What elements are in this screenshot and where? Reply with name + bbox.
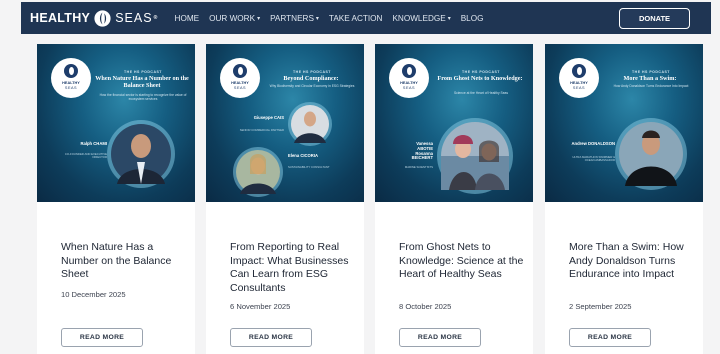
cover-subtitle: How Andy Donaldson Turns Endurance Into … xyxy=(613,84,689,88)
chevron-down-icon: ▾ xyxy=(315,15,319,22)
logo-mark-icon xyxy=(94,9,111,27)
blog-card[interactable]: HEALTHY SEAS THE HS PODCAST When Nature H… xyxy=(37,44,195,354)
podcast-label: THE HS PODCAST xyxy=(632,70,670,74)
blog-card[interactable]: HEALTHY SEAS THE HS PODCAST From Ghost Ne… xyxy=(375,44,533,354)
podcast-cover-image[interactable]: HEALTHY SEAS THE HS PODCAST From Ghost Ne… xyxy=(375,44,533,202)
read-more-button[interactable]: READ MORE xyxy=(61,328,143,347)
guest-name: Vanessa ABOTIE Rosanna BEICHERT xyxy=(411,141,433,161)
chevron-down-icon: ▾ xyxy=(447,15,451,22)
guest-role: ULTRA MARATHON SWIMMER & OCEAN AMBASSADO… xyxy=(572,155,615,163)
cover-subtitle: How the financial sector is starting to … xyxy=(99,93,187,101)
cover-title: From Ghost Nets to Knowledge: xyxy=(437,75,523,82)
read-more-button[interactable]: READ MORE xyxy=(230,328,312,347)
guest-role: SENIOR COMMERCIAL PARTNER xyxy=(239,128,284,132)
guest-role: MARINE SCIENTISTS xyxy=(404,165,433,169)
nav-home[interactable]: HOME xyxy=(175,14,200,23)
card-title[interactable]: When Nature Has a Number on the Balance … xyxy=(61,241,191,282)
nav-home-label: HOME xyxy=(174,13,200,23)
card-title[interactable]: From Ghost Nets to Knowledge: Science at… xyxy=(399,241,529,282)
card-date: 2 September 2025 xyxy=(569,302,632,311)
logo-text-healthy: HEALTHY xyxy=(30,11,91,25)
cover-subtitle: Science at the Heart of Healthy Seas xyxy=(453,91,509,95)
healthy-seas-badge: HEALTHY SEAS xyxy=(389,58,429,98)
card-date: 6 November 2025 xyxy=(230,302,291,311)
guest-name: Giuseppe CAIS xyxy=(253,115,284,120)
nav-blog[interactable]: BLOG xyxy=(461,14,484,23)
logo-registered-mark: ® xyxy=(153,15,158,21)
nav-knowledge-label: KNOWLEDGE xyxy=(392,13,446,23)
card-title[interactable]: From Reporting to Real Impact: What Busi… xyxy=(230,241,360,296)
healthy-seas-logo[interactable]: HEALTHY SEAS ® xyxy=(30,9,158,27)
nav-partners-label: PARTNERS xyxy=(270,13,314,23)
card-date: 8 October 2025 xyxy=(399,302,452,311)
top-navbar: HEALTHY SEAS ® HOME OUR WORK ▾ PARTNERS ▾ … xyxy=(21,2,711,34)
donate-button[interactable]: DONATE xyxy=(619,8,690,29)
cover-title: When Nature Has a Number on the Balance … xyxy=(95,75,189,89)
nav-our-work-label: OUR WORK xyxy=(209,13,256,23)
cover-title: More Than a Swim: xyxy=(623,75,677,82)
blog-card[interactable]: HEALTHY SEAS THE HS PODCAST Beyond Compli… xyxy=(206,44,364,354)
podcast-cover-image[interactable]: HEALTHY SEAS THE HS PODCAST Beyond Compli… xyxy=(206,44,364,202)
read-more-button[interactable]: READ MORE xyxy=(569,328,651,347)
nav-knowledge[interactable]: KNOWLEDGE ▾ xyxy=(392,14,450,23)
podcast-label: THE HS PODCAST xyxy=(293,70,331,74)
card-title[interactable]: More Than a Swim: How Andy Donaldson Tur… xyxy=(569,241,699,282)
podcast-cover-image[interactable]: HEALTHY SEAS THE HS PODCAST When Nature H… xyxy=(37,44,195,202)
blog-card[interactable]: HEALTHY SEAS THE HS PODCAST More Than a S… xyxy=(545,44,703,354)
logo-text-seas: SEAS xyxy=(115,11,153,25)
guest-name: Andrew DONALDSON xyxy=(571,141,615,146)
guest-name: Ralph CHAMI xyxy=(80,141,107,146)
chevron-down-icon: ▾ xyxy=(257,15,261,22)
podcast-cover-image[interactable]: HEALTHY SEAS THE HS PODCAST More Than a S… xyxy=(545,44,703,202)
main-nav: HOME OUR WORK ▾ PARTNERS ▾ TAKE ACTION KNO… xyxy=(175,14,494,23)
read-more-button[interactable]: READ MORE xyxy=(399,328,481,347)
healthy-seas-badge: HEALTHY SEAS xyxy=(51,58,91,98)
healthy-seas-badge: HEALTHY SEAS xyxy=(559,58,599,98)
nav-partners[interactable]: PARTNERS ▾ xyxy=(270,14,319,23)
nav-blog-label: BLOG xyxy=(460,13,484,23)
cover-subtitle: Why Biodiversity and Circular Economy in… xyxy=(269,84,355,88)
nav-our-work[interactable]: OUR WORK ▾ xyxy=(209,14,260,23)
healthy-seas-badge: HEALTHY SEAS xyxy=(220,58,260,98)
guest-name: Elena CICORIA xyxy=(288,153,319,158)
podcast-label: THE HS PODCAST xyxy=(462,70,500,74)
card-date: 10 December 2025 xyxy=(61,290,126,299)
guest-role: SUSTAINABILITY CONSULTANT xyxy=(288,165,330,169)
nav-take-action[interactable]: TAKE ACTION xyxy=(329,14,383,23)
nav-take-action-label: TAKE ACTION xyxy=(328,13,383,23)
guest-role: CO-FOUNDER AND EXECUTIVE DIRECTOR xyxy=(64,152,107,160)
cover-title: Beyond Compliance: xyxy=(283,75,339,82)
podcast-label: THE HS PODCAST xyxy=(124,70,162,74)
